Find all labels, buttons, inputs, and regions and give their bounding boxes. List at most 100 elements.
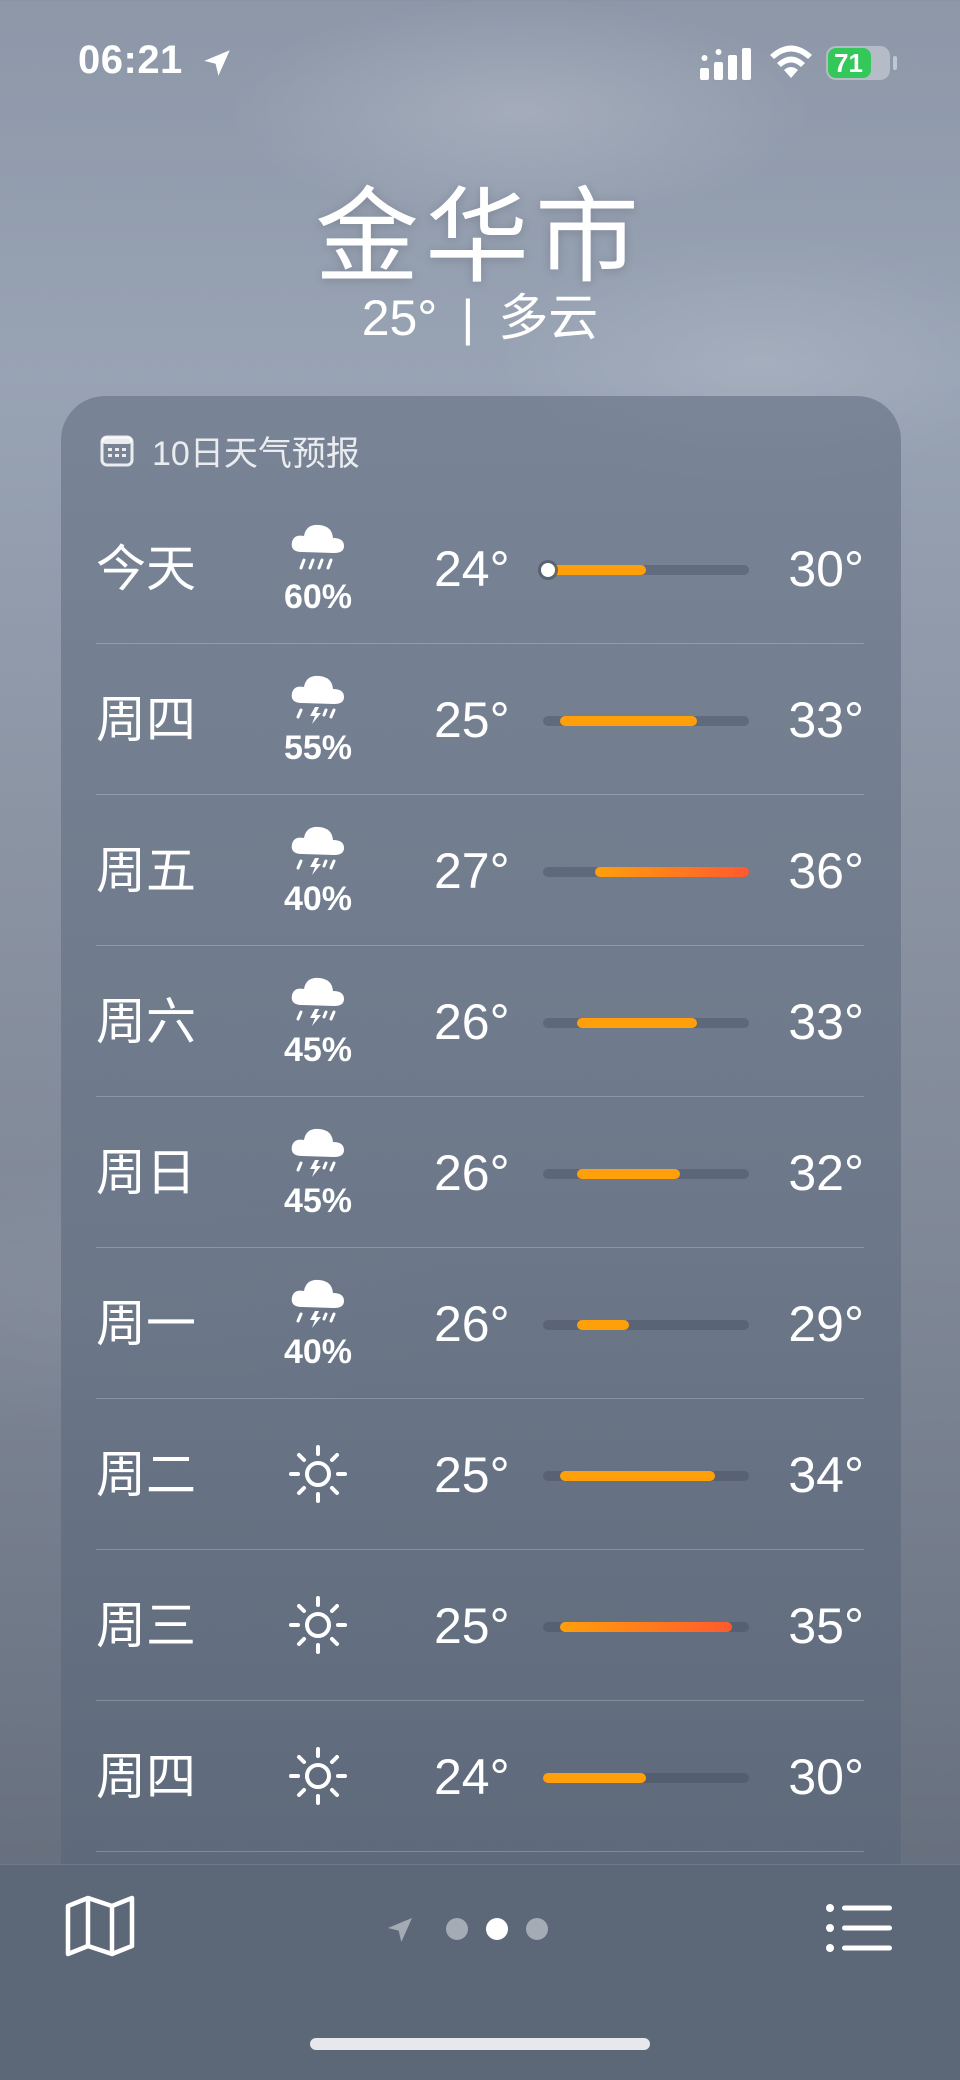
low-temperature: 26° <box>434 1296 510 1352</box>
temperature-range-fill <box>560 1471 715 1481</box>
high-temperature: 33° <box>788 994 864 1050</box>
high-temperature: 34° <box>788 1447 864 1503</box>
location-arrow-icon[interactable] <box>384 1914 416 1946</box>
forecast-title: 10日天气预报 <box>152 434 360 473</box>
temperature-range-bar <box>543 1018 749 1028</box>
high-temperature: 35° <box>788 1598 864 1654</box>
sun-icon <box>289 1747 347 1805</box>
page-indicator-dot[interactable] <box>486 1918 508 1940</box>
low-temperature: 25° <box>434 1447 510 1503</box>
forecast-day: 周二 <box>96 1447 196 1503</box>
temperature-range-bar <box>543 1169 749 1179</box>
row-divider <box>96 1700 864 1701</box>
row-divider <box>96 945 864 946</box>
home-indicator[interactable] <box>310 2038 650 2050</box>
temperature-range-bar <box>543 1773 749 1783</box>
forecast-row[interactable]: 周四 24° 30° <box>96 1702 864 1852</box>
high-temperature: 29° <box>788 1296 864 1352</box>
temperature-range-fill <box>577 1169 681 1179</box>
temperature-range-bar <box>541 563 749 577</box>
forecast-row[interactable]: 今天 60% 24° 30° <box>96 494 864 644</box>
row-divider <box>96 1549 864 1550</box>
temperature-range-fill <box>577 1320 629 1330</box>
location-arrow-icon <box>204 50 230 76</box>
temperature-range-fill <box>543 1773 646 1783</box>
forecast-card-header: 10日天气预报 <box>100 428 360 473</box>
status-bar: 06:21 71 <box>0 0 960 120</box>
temperature-range-fill <box>560 1622 732 1632</box>
high-temperature: 33° <box>788 692 864 748</box>
battery-indicator: 71 <box>826 46 890 80</box>
cloud-thunderstorm-icon <box>291 977 344 1026</box>
current-condition: 多云 <box>498 290 599 346</box>
row-divider <box>96 1851 864 1852</box>
high-temperature: 30° <box>788 541 864 597</box>
forecast-row[interactable]: 周日 45% 26° 32° <box>96 1098 864 1248</box>
row-divider <box>96 643 864 644</box>
status-time: 06:21 <box>78 38 183 82</box>
sun-icon <box>289 1596 347 1654</box>
forecast-row[interactable]: 周三 25° 35° <box>96 1551 864 1701</box>
low-temperature: 25° <box>434 1598 510 1654</box>
forecast-day: 周三 <box>96 1598 196 1654</box>
forecast-day: 周四 <box>96 1749 196 1805</box>
forecast-row[interactable]: 周一 40% 26° 29° <box>96 1249 864 1399</box>
row-divider <box>96 794 864 795</box>
temperature-range-fill <box>577 1018 698 1028</box>
page-indicator-dot[interactable] <box>526 1918 548 1940</box>
cloud-thunderstorm-icon <box>291 1279 344 1328</box>
row-divider <box>96 1247 864 1248</box>
wifi-icon <box>770 45 812 78</box>
temperature-range-bar <box>543 1622 749 1632</box>
precipitation-chance: 40% <box>283 880 353 918</box>
temperature-range-fill <box>594 867 749 877</box>
low-temperature: 25° <box>434 692 510 748</box>
low-temperature: 24° <box>434 1749 510 1805</box>
row-divider <box>96 1096 864 1097</box>
temperature-range-bar <box>543 1471 749 1481</box>
low-temperature: 24° <box>434 541 510 597</box>
forecast-day: 周日 <box>96 1145 196 1201</box>
forecast-row[interactable]: 周五 40% 27° 36° <box>96 796 864 946</box>
temperature-range-bar <box>543 1320 749 1330</box>
calendar-icon <box>100 435 134 467</box>
high-temperature: 30° <box>788 1749 864 1805</box>
high-temperature: 36° <box>788 843 864 899</box>
cellular-signal-icon <box>700 48 751 80</box>
cloud-thunderstorm-icon <box>291 675 344 724</box>
low-temperature: 27° <box>434 843 510 899</box>
forecast-day: 周五 <box>96 843 196 899</box>
low-temperature: 26° <box>434 1145 510 1201</box>
temperature-range-fill <box>560 716 698 726</box>
precipitation-chance: 40% <box>283 1333 353 1371</box>
cloud-rain-icon <box>291 524 344 570</box>
forecast-day: 周四 <box>96 692 196 748</box>
temperature-range-bar <box>543 867 749 877</box>
forecast-day: 今天 <box>96 541 196 597</box>
forecast-row[interactable]: 周二 25° 34° <box>96 1400 864 1550</box>
precipitation-chance: 45% <box>283 1182 353 1220</box>
forecast-day: 周一 <box>96 1296 196 1352</box>
temperature-range-bar <box>543 716 749 726</box>
battery-tip <box>893 56 897 70</box>
battery-percent: 71 <box>834 48 863 78</box>
cloud-thunderstorm-icon <box>291 1128 344 1177</box>
row-divider <box>96 1398 864 1399</box>
conditions-separator: | <box>461 290 475 346</box>
temperature-range-fill <box>543 565 646 575</box>
low-temperature: 26° <box>434 994 510 1050</box>
list-icon[interactable] <box>826 1904 892 1952</box>
forecast-row[interactable]: 周六 45% 26° 33° <box>96 947 864 1097</box>
forecast-row[interactable]: 周四 55% 25° 33° <box>96 645 864 795</box>
high-temperature: 32° <box>788 1145 864 1201</box>
precipitation-chance: 60% <box>283 578 353 616</box>
precipitation-chance: 55% <box>283 729 353 767</box>
map-icon[interactable] <box>64 1894 136 1958</box>
sun-icon <box>289 1445 347 1503</box>
current-conditions: 25° | 多云 <box>0 278 960 350</box>
current-temperature: 25° <box>361 290 438 346</box>
cloud-thunderstorm-icon <box>291 826 344 875</box>
precipitation-chance: 45% <box>283 1031 353 1069</box>
forecast-day: 周六 <box>96 994 196 1050</box>
page-indicator-dot[interactable] <box>446 1918 468 1940</box>
